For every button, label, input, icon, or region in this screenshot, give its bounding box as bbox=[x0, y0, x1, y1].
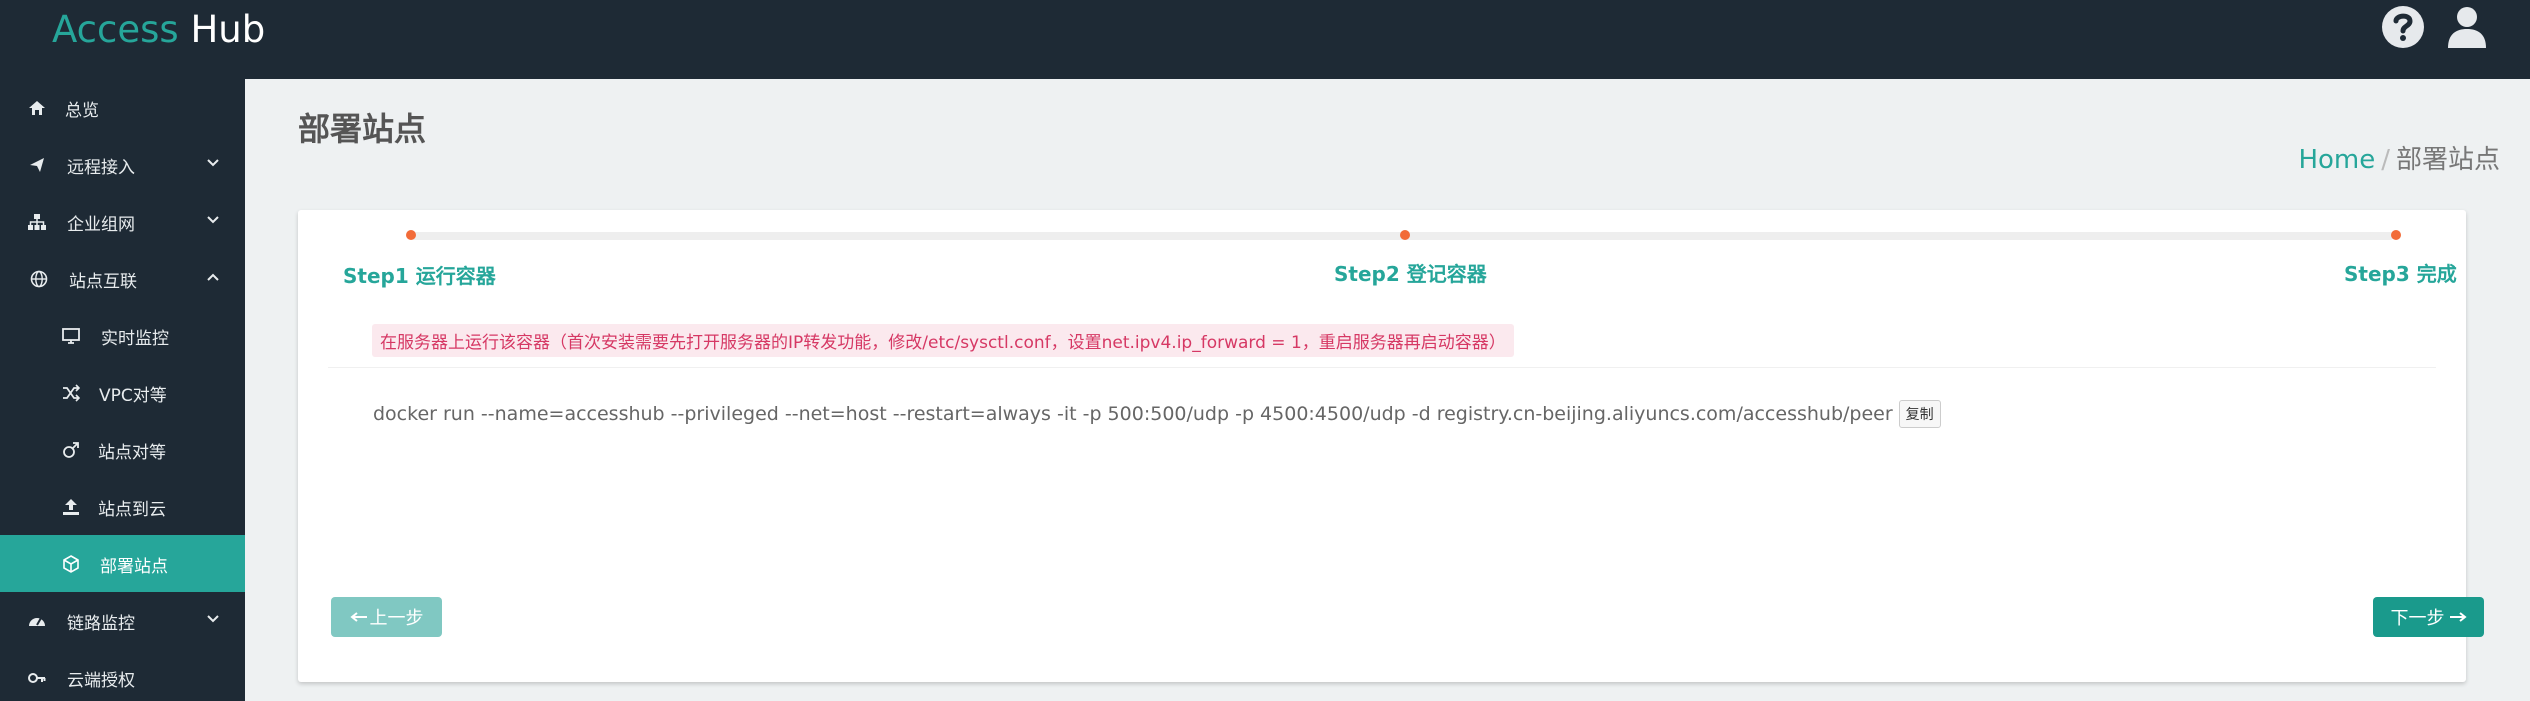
sidebar-item-label: 实时监控 bbox=[101, 329, 169, 349]
desktop-icon bbox=[62, 328, 80, 344]
next-step-button[interactable]: 下一步 bbox=[2373, 597, 2484, 637]
arrow-left-icon bbox=[349, 612, 367, 622]
sidebar-item-label: 站点到云 bbox=[98, 500, 166, 520]
step1-label[interactable]: Step1 运行容器 bbox=[343, 260, 496, 289]
sidebar-item-label: 站点对等 bbox=[98, 443, 166, 463]
sitemap-icon bbox=[28, 214, 46, 230]
sidebar-item-realtime-monitor[interactable]: 实时监控 bbox=[0, 307, 245, 364]
plane-icon bbox=[30, 158, 44, 172]
globe-icon bbox=[30, 270, 48, 288]
breadcrumb-current: 部署站点 bbox=[2395, 145, 2500, 175]
sidebar-item-label: 站点互联 bbox=[69, 272, 137, 292]
next-step-label: 下一步 bbox=[2390, 608, 2445, 628]
sidebar-item-deploy-site[interactable]: 部署站点 bbox=[0, 535, 245, 592]
sidebar-item-site-interconnect[interactable]: 站点互联 bbox=[0, 250, 245, 307]
brand-access: Access bbox=[52, 8, 179, 51]
sidebar-item-label: 远程接入 bbox=[67, 158, 135, 178]
random-icon bbox=[63, 384, 80, 402]
sidebar-item-label: 企业组网 bbox=[67, 215, 135, 235]
sidebar: 总览 远程接入 企业组网 站点互联 实时监控 VPC对等 站点对等 站点到云 部… bbox=[0, 79, 245, 701]
step1-dot bbox=[406, 230, 416, 240]
cube-icon bbox=[63, 555, 79, 573]
sidebar-item-label: VPC对等 bbox=[99, 386, 167, 406]
sidebar-item-site-to-cloud[interactable]: 站点到云 bbox=[0, 478, 245, 535]
breadcrumb: Home / 部署站点 bbox=[2298, 139, 2500, 176]
upload-icon bbox=[63, 499, 79, 515]
top-bar: Access Hub bbox=[0, 0, 2530, 79]
sidebar-item-link-monitor[interactable]: 链路监控 bbox=[0, 592, 245, 649]
sidebar-item-label: 总览 bbox=[65, 101, 99, 121]
step2-label[interactable]: Step2 登记容器 bbox=[1334, 258, 1487, 287]
step2-dot bbox=[1400, 230, 1410, 240]
sidebar-item-overview[interactable]: 总览 bbox=[0, 79, 245, 136]
chevron-down-icon bbox=[207, 216, 219, 224]
wizard-card: Step1 运行容器 Step2 登记容器 Step3 完成 在服务器上运行该容… bbox=[298, 210, 2484, 682]
sidebar-item-label: 云端授权 bbox=[67, 671, 135, 691]
brand-hub: Hub bbox=[190, 8, 266, 51]
breadcrumb-home-link[interactable]: Home bbox=[2298, 145, 2375, 175]
sidebar-item-enterprise-network[interactable]: 企业组网 bbox=[0, 193, 245, 250]
key-icon bbox=[28, 673, 46, 683]
question-circle-icon[interactable] bbox=[2380, 4, 2426, 50]
breadcrumb-separator: / bbox=[2381, 145, 2390, 175]
chevron-up-icon bbox=[207, 273, 219, 281]
divider bbox=[328, 367, 2436, 368]
sidebar-item-remote-access[interactable]: 远程接入 bbox=[0, 136, 245, 193]
user-icon[interactable] bbox=[2444, 4, 2490, 50]
home-icon bbox=[29, 101, 45, 115]
chevron-down-icon bbox=[207, 159, 219, 167]
dashboard-icon bbox=[29, 617, 45, 626]
arrow-right-icon bbox=[2449, 612, 2467, 622]
copy-button[interactable]: 复制 bbox=[1898, 400, 1941, 428]
prev-step-button[interactable]: 上一步 bbox=[331, 597, 442, 637]
page-title: 部署站点 bbox=[298, 110, 427, 148]
sidebar-item-cloud-auth[interactable]: 云端授权 bbox=[0, 649, 245, 701]
mars-icon bbox=[63, 442, 79, 458]
docker-command-text: docker run --name=accesshub --privileged… bbox=[373, 403, 1893, 425]
sidebar-item-site-peering[interactable]: 站点对等 bbox=[0, 421, 245, 478]
prev-step-label: 上一步 bbox=[369, 608, 424, 628]
ip-forward-warning: 在服务器上运行该容器（首次安装需要先打开服务器的IP转发功能，修改/etc/sy… bbox=[372, 324, 1514, 357]
sidebar-item-vpc-peering[interactable]: VPC对等 bbox=[0, 364, 245, 421]
sidebar-item-label: 链路监控 bbox=[67, 614, 135, 634]
docker-command: docker run --name=accesshub --privileged… bbox=[373, 400, 1941, 428]
brand-logo[interactable]: Access Hub bbox=[52, 6, 265, 54]
step3-dot bbox=[2391, 230, 2401, 240]
chevron-down-icon bbox=[207, 615, 219, 623]
sidebar-item-label: 部署站点 bbox=[100, 557, 168, 577]
step3-label[interactable]: Step3 完成 bbox=[2344, 258, 2457, 287]
